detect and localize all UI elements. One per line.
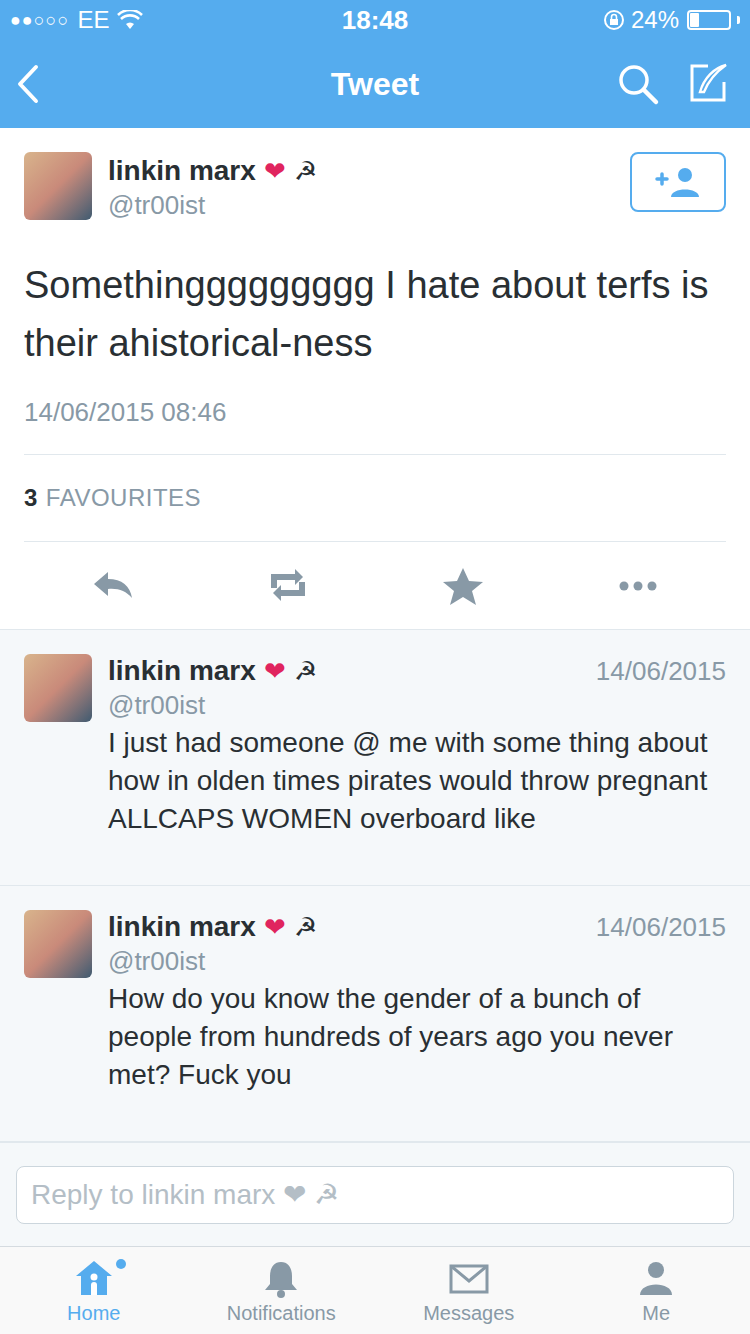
- carrier: EE: [77, 6, 109, 34]
- tweet-header: linkin marx❤☭@tr00ist: [24, 152, 726, 222]
- home-icon: [72, 1257, 116, 1299]
- reply-date: 14/06/2015: [596, 654, 726, 688]
- status-bar: ●●○○○ EE 18:48 24%: [0, 0, 750, 40]
- author-info: linkin marx❤☭@tr00ist: [108, 152, 317, 222]
- reply-header: linkin marx❤☭@tr00ist 14/06/2015: [108, 654, 726, 722]
- reply-avatar[interactable]: [24, 654, 92, 722]
- name-emoji: ☭: [294, 154, 317, 188]
- clock: 18:48: [342, 1, 409, 40]
- unread-dot: [116, 1259, 126, 1269]
- nav-bar: Tweet: [0, 40, 750, 128]
- tab-item[interactable]: Home: [0, 1247, 188, 1334]
- nav-actions: [616, 59, 734, 109]
- author-handle[interactable]: @tr00ist: [108, 188, 317, 222]
- compose-button[interactable]: [686, 59, 730, 109]
- author-avatar[interactable]: [24, 152, 92, 220]
- reply-handle[interactable]: @tr00ist: [108, 688, 317, 722]
- author-name-row: linkin marx❤☭: [108, 654, 317, 688]
- reply-avatar[interactable]: [24, 910, 92, 978]
- reply-input[interactable]: [16, 1166, 734, 1224]
- person-icon: [634, 1257, 678, 1299]
- wifi-icon: [117, 10, 143, 30]
- author-name-row: linkin marx❤☭: [108, 154, 317, 188]
- name-emoji: ☭: [294, 910, 317, 944]
- reply-header: linkin marx❤☭@tr00ist 14/06/2015: [108, 910, 726, 978]
- status-left: ●●○○○ EE: [10, 6, 143, 34]
- nav-title: Tweet: [331, 60, 419, 108]
- reply-tweet[interactable]: linkin marx❤☭@tr00ist 14/06/2015 How do yo…: [0, 886, 750, 1142]
- tweet-detail: linkin marx❤☭@tr00istSomethinggggggggg I…: [0, 128, 750, 1142]
- back-chevron-icon: [16, 64, 40, 104]
- search-icon: [616, 62, 660, 106]
- author-name[interactable]: linkin marx: [108, 154, 256, 188]
- reply-body: linkin marx❤☭@tr00ist 14/06/2015 I just ha…: [108, 654, 726, 865]
- more-button[interactable]: [608, 556, 668, 616]
- signal-strength: ●●○○○: [10, 6, 69, 34]
- tweet-actions: [24, 542, 726, 629]
- tab-label: Me: [642, 1301, 670, 1325]
- tab-icon-wrap: [259, 1257, 303, 1299]
- tab-icon-wrap: [634, 1257, 678, 1299]
- back-button[interactable]: [16, 54, 56, 114]
- tab-item[interactable]: Me: [563, 1247, 750, 1334]
- tab-icon-wrap: [447, 1257, 491, 1299]
- reply-body: linkin marx❤☭@tr00ist 14/06/2015 How do yo…: [108, 910, 726, 1121]
- star-icon: [441, 566, 485, 606]
- battery-fill: [690, 13, 699, 27]
- tab-icon-wrap: [72, 1257, 116, 1299]
- bell-icon: [259, 1257, 303, 1299]
- reply-text: I just had someone @ me with some thing …: [108, 724, 726, 838]
- reply-button[interactable]: [82, 556, 142, 616]
- tab-item[interactable]: Notifications: [188, 1247, 376, 1334]
- reply-text: How do you know the gender of a bunch of…: [108, 980, 726, 1094]
- follow-person-icon: [653, 165, 703, 199]
- favourites-label: FAVOURITES: [46, 480, 201, 516]
- name-emoji: ❤: [264, 154, 286, 188]
- favourite-button[interactable]: [433, 556, 493, 616]
- envelope-icon: [447, 1257, 491, 1299]
- tab-label: Home: [67, 1301, 120, 1325]
- name-emoji: ❤: [264, 910, 286, 944]
- tab-bar: Home Notifications Messages Me: [0, 1246, 750, 1334]
- tab-label: Notifications: [227, 1301, 336, 1325]
- compose-icon: [686, 62, 730, 106]
- name-emoji: ☭: [294, 654, 317, 688]
- battery-icon: [687, 10, 731, 30]
- tab-item[interactable]: Messages: [375, 1247, 563, 1334]
- reply-handle[interactable]: @tr00ist: [108, 944, 317, 978]
- name-emoji: ❤: [264, 654, 286, 688]
- more-dots-icon: [616, 566, 660, 606]
- search-button[interactable]: [616, 59, 660, 109]
- reply-tweet[interactable]: linkin marx❤☭@tr00ist 14/06/2015 I just ha…: [0, 630, 750, 886]
- author-name-row: linkin marx❤☭: [108, 910, 317, 944]
- reply-date: 14/06/2015: [596, 910, 726, 944]
- battery-percent: 24%: [631, 2, 679, 38]
- favourites-row[interactable]: 3FAVOURITES: [24, 454, 726, 542]
- tweet-timestamp: 14/06/2015 08:46: [24, 396, 726, 454]
- reply-author-info: linkin marx❤☭@tr00ist: [108, 910, 317, 978]
- reply-icon: [90, 566, 134, 606]
- author-name[interactable]: linkin marx: [108, 910, 256, 944]
- battery-tip: [737, 16, 740, 24]
- replies-list: linkin marx❤☭@tr00ist14/06/2015I just ha…: [0, 629, 750, 1142]
- tab-label: Messages: [423, 1301, 514, 1325]
- main-tweet: linkin marx❤☭@tr00ist Somethinggggggggg I…: [0, 128, 750, 629]
- status-right: 24%: [603, 2, 740, 38]
- retweet-icon: [265, 566, 309, 606]
- author-name[interactable]: linkin marx: [108, 654, 256, 688]
- rotation-lock-icon: [603, 9, 625, 31]
- follow-button[interactable]: [630, 152, 726, 212]
- tweet-text: Somethinggggggggg I hate about terfs is …: [24, 256, 726, 372]
- reply-bar: [0, 1142, 750, 1246]
- retweet-button[interactable]: [257, 556, 317, 616]
- favourites-count: 3: [24, 480, 38, 516]
- reply-author-info: linkin marx❤☭@tr00ist: [108, 654, 317, 722]
